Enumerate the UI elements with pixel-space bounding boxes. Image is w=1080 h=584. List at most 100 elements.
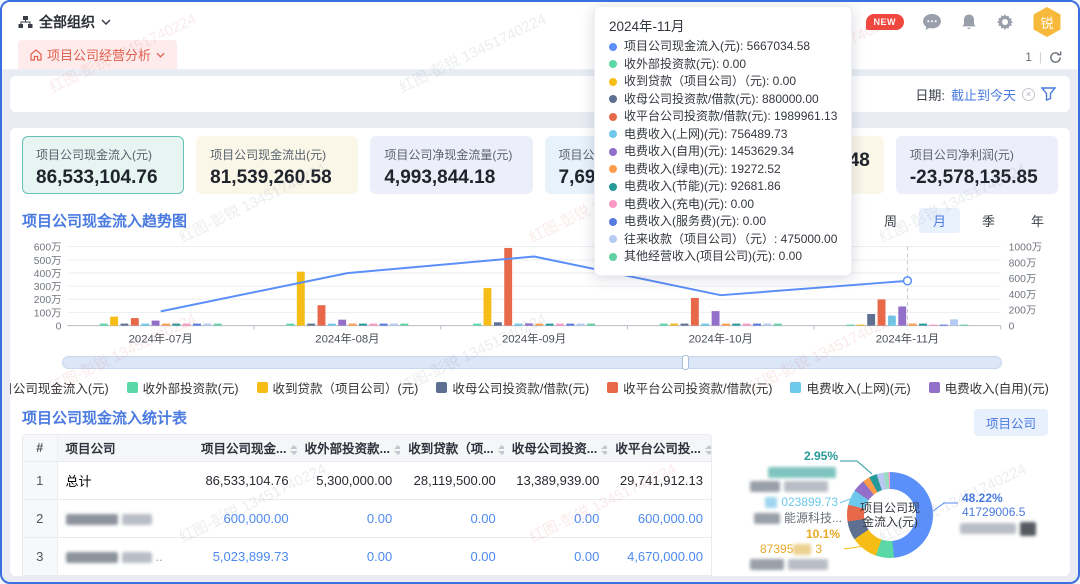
tooltip-item-text: 收到贷款（项目公司）（元): 0.00	[624, 73, 796, 91]
svg-text:0: 0	[56, 322, 62, 333]
kpi-card[interactable]: 项目公司现金流出(元)81,539,260.58	[196, 136, 358, 194]
legend-item[interactable]: 收到贷款（项目公司）(元)	[257, 378, 419, 397]
legend-item[interactable]: 电费收入(上网)(元)	[790, 378, 910, 397]
kpi-card[interactable]: 项目公司净利润(元)-23,578,135.85	[896, 136, 1058, 194]
legend-label: 收外部投资款(元)	[143, 378, 239, 397]
date-filter-label: 日期:	[915, 85, 945, 104]
value-cell[interactable]: 200,000.00	[607, 575, 711, 576]
value-cell[interactable]: 200,000.00	[193, 575, 297, 576]
value-cell[interactable]: 0.00	[400, 499, 504, 537]
tooltip-item-text: 收母公司投资款/借款(元): 880000.00	[624, 91, 819, 109]
callout-blue-value: 41729006.5	[962, 505, 1025, 519]
period-option-月[interactable]: 月	[919, 208, 960, 233]
date-filter-value[interactable]: 截止到今天	[951, 85, 1016, 104]
org-selector[interactable]: 全部组织	[18, 12, 111, 32]
table-row[interactable]: 1总计86,533,104.765,300,000.0028,119,500.0…	[23, 461, 711, 499]
table-header-cell[interactable]: 项目公司现金...	[193, 435, 297, 461]
period-option-年[interactable]: 年	[1017, 208, 1058, 233]
value-cell[interactable]: 0.00	[504, 575, 608, 576]
dimension-chip[interactable]: 项目公司	[974, 409, 1048, 436]
svg-text:200万: 200万	[1009, 306, 1037, 317]
tab-bar: 项目公司经营分析 1 |	[2, 42, 1078, 70]
value-cell[interactable]: 0.00	[400, 537, 504, 575]
value-cell[interactable]: 5,023,899.73	[193, 537, 297, 575]
value-cell[interactable]: 0.00	[297, 499, 401, 537]
kpi-value: 4,993,844.18	[384, 167, 518, 189]
sort-icon[interactable]	[290, 445, 296, 455]
legend-label: 收平台公司投资款/借款(元)	[623, 378, 772, 397]
value-cell[interactable]: 0.00	[504, 537, 608, 575]
legend-label: 收到贷款（项目公司）(元)	[273, 378, 419, 397]
svg-text:2024年-07月: 2024年-07月	[129, 331, 193, 345]
chart-zoom-brush[interactable]	[62, 356, 1002, 369]
tooltip-item: 往来收款（项目公司）（元）: 475000.00	[609, 231, 837, 249]
chart-legend: 项目公司现金流入(元)收外部投资款(元)收到贷款（项目公司）(元)收母公司投资款…	[22, 378, 1058, 397]
value-cell[interactable]: 0.00	[400, 575, 504, 576]
row-index: 4	[23, 575, 57, 576]
main-content: 项目公司现金流入(元) 86,533,104.76 项目公司现金流出(元)81,53…	[10, 128, 1070, 576]
page-indicator: 1 |	[1025, 50, 1062, 69]
user-avatar[interactable]: 锐	[1032, 7, 1062, 37]
clear-date-filter-icon[interactable]: ×	[1022, 88, 1035, 101]
gear-icon[interactable]	[996, 13, 1014, 31]
tooltip-item: 电费收入(服务费)(元): 0.00	[609, 213, 837, 231]
kpi-card[interactable]: 项目公司现金流入(元) 86,533,104.76	[22, 136, 184, 194]
trend-chart[interactable]: 600万500万400万300万200万100万01000万800万600万40…	[22, 236, 1058, 354]
sort-icon[interactable]	[601, 445, 607, 455]
legend-item[interactable]: 收母公司投资款/借款(元)	[436, 378, 589, 397]
value-cell[interactable]: 4,670,000.00	[607, 537, 711, 575]
table-header-cell: 项目公司	[57, 435, 193, 461]
filter-funnel-icon[interactable]	[1041, 87, 1056, 101]
series-dot	[609, 200, 617, 208]
divider: |	[1039, 50, 1042, 64]
tooltip-item-text: 收平台公司投资款/借款(元): 1989961.13	[624, 108, 837, 126]
legend-item[interactable]: 电费收入(自用)(元)	[929, 378, 1049, 397]
legend-item[interactable]: 项目公司现金流入(元)	[10, 378, 109, 397]
tooltip-item: 电费收入(自用)(元): 1453629.34	[609, 143, 837, 161]
value-cell[interactable]: 0.00	[504, 499, 608, 537]
kpi-label: 项目公司现金流入(元)	[36, 146, 170, 163]
table-header-cell[interactable]: 收母公司投资...	[504, 435, 608, 461]
legend-item[interactable]: 收外部投资款(元)	[127, 378, 239, 397]
svg-text:200万: 200万	[34, 295, 62, 306]
table-head: #项目公司项目公司现金...收外部投资款...收到贷款（项...收母公司投资..…	[23, 435, 711, 461]
brush-handle[interactable]	[682, 355, 689, 370]
tooltip-item: 收平台公司投资款/借款(元): 1989961.13	[609, 108, 837, 126]
series-dot	[609, 113, 617, 121]
message-icon[interactable]	[922, 13, 942, 31]
value-cell[interactable]: 0.00	[297, 575, 401, 576]
value-cell: 29,741,912.13	[607, 461, 711, 499]
tooltip-item-text: 往来收款（项目公司）（元）: 475000.00	[624, 231, 837, 249]
table-header-cell[interactable]: 收外部投资款...	[297, 435, 401, 461]
legend-item[interactable]: 收平台公司投资款/借款(元)	[607, 378, 772, 397]
new-badge[interactable]: NEW	[866, 14, 905, 30]
series-dot	[609, 235, 617, 243]
kpi-value: 86,533,104.76	[36, 167, 170, 189]
series-dot	[609, 78, 617, 86]
org-label: 全部组织	[39, 12, 95, 32]
sort-icon[interactable]	[705, 445, 711, 455]
table-row[interactable]: 2600,000.000.000.000.00600,000.00	[23, 499, 711, 537]
value-cell: 5,300,000.00	[297, 461, 401, 499]
sort-icon[interactable]	[394, 445, 400, 455]
legend-label: 收母公司投资款/借款(元)	[452, 378, 589, 397]
period-option-周[interactable]: 周	[870, 208, 911, 233]
period-option-季[interactable]: 季	[968, 208, 1009, 233]
value-cell[interactable]: 600,000.00	[193, 499, 297, 537]
legend-marker	[257, 382, 268, 393]
refresh-icon[interactable]	[1049, 51, 1062, 64]
tooltip-item-text: 电费收入(自用)(元): 1453629.34	[624, 143, 794, 161]
sort-icon[interactable]	[498, 445, 504, 455]
series-dot	[609, 165, 617, 173]
table-row[interactable]: 4..200,000.000.000.000.00200,000.00	[23, 575, 711, 576]
callout-yellow: 10.1%	[776, 527, 840, 541]
table-row[interactable]: 3..5,023,899.730.000.000.004,670,000.00	[23, 537, 711, 575]
table-header-cell[interactable]: 收到贷款（项...	[400, 435, 504, 461]
tab-project-analysis[interactable]: 项目公司经营分析	[18, 40, 177, 69]
bell-icon[interactable]	[960, 13, 978, 31]
svg-text:2024年-08月: 2024年-08月	[315, 331, 379, 345]
value-cell[interactable]: 0.00	[297, 537, 401, 575]
value-cell[interactable]: 600,000.00	[607, 499, 711, 537]
table-header-cell[interactable]: 收平台公司投...	[607, 435, 711, 461]
kpi-card[interactable]: 项目公司净现金流量(元)4,993,844.18	[370, 136, 532, 194]
